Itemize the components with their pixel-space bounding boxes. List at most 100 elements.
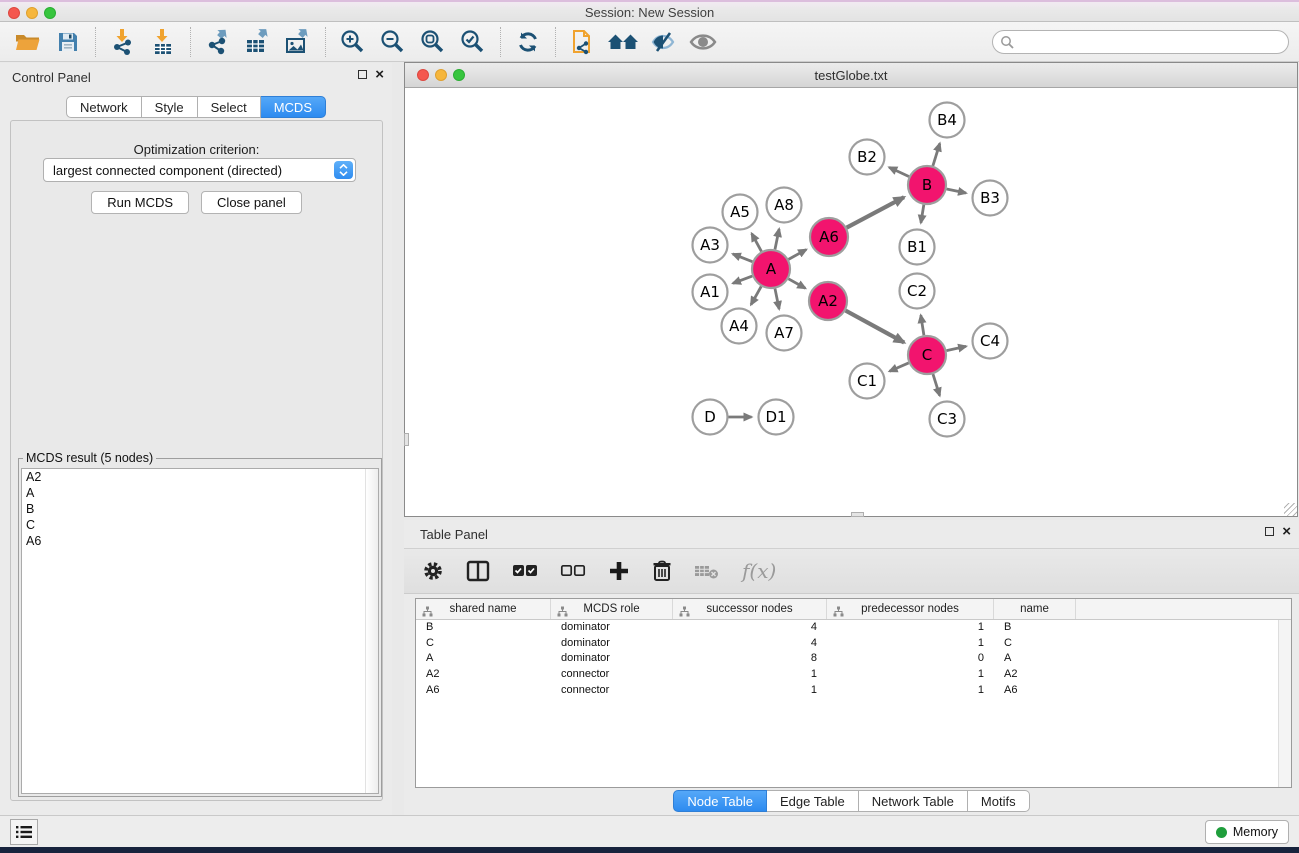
- table-cell[interactable]: A: [994, 651, 1076, 667]
- float-panel-icon[interactable]: [358, 70, 367, 79]
- zoom-out-icon[interactable]: [373, 25, 413, 59]
- home-icon[interactable]: [603, 25, 643, 59]
- show-column-icon[interactable]: [466, 560, 490, 582]
- graph-edge-C-C2[interactable]: [921, 315, 924, 335]
- settings-gear-icon[interactable]: [422, 560, 444, 582]
- table-cell[interactable]: 1: [827, 667, 994, 683]
- graph-edge-A-A8[interactable]: [775, 229, 779, 249]
- table-scrollbar[interactable]: [1278, 620, 1291, 787]
- table-cell[interactable]: 1: [673, 667, 827, 683]
- mcds-result-item[interactable]: A6: [22, 533, 378, 549]
- refresh-icon[interactable]: [508, 25, 548, 59]
- table-row[interactable]: Cdominator41C: [416, 636, 1291, 652]
- table-cell[interactable]: 1: [827, 683, 994, 699]
- table-cell[interactable]: dominator: [551, 620, 673, 636]
- table-cell[interactable]: dominator: [551, 651, 673, 667]
- select-all-checks-icon[interactable]: [512, 564, 538, 578]
- tab-network-table[interactable]: Network Table: [859, 790, 968, 812]
- table-cell[interactable]: 8: [673, 651, 827, 667]
- network-graph[interactable]: B4B2BB3B1A5A8A6A3AA1A4A7A2C2C1CC4C3DD1: [405, 88, 1297, 516]
- tab-select[interactable]: Select: [198, 96, 261, 118]
- graph-edge-B-B1[interactable]: [921, 205, 924, 223]
- table-cell[interactable]: B: [416, 620, 551, 636]
- node-table[interactable]: shared nameMCDS rolesuccessor nodesprede…: [415, 598, 1292, 788]
- column-header-mcds-role[interactable]: MCDS role: [551, 599, 673, 619]
- column-header-name[interactable]: name: [994, 599, 1076, 619]
- graph-edge-A-A3[interactable]: [733, 254, 753, 262]
- run-mcds-button[interactable]: Run MCDS: [91, 191, 189, 214]
- float-table-panel-icon[interactable]: [1265, 527, 1274, 536]
- table-cell[interactable]: A: [416, 651, 551, 667]
- graph-edge-A-A5[interactable]: [752, 234, 762, 252]
- table-row[interactable]: Adominator80A: [416, 651, 1291, 667]
- hide-graphics-details-icon[interactable]: [643, 25, 683, 59]
- left-splitter-handle[interactable]: [404, 433, 409, 446]
- table-row[interactable]: A6connector11A6: [416, 683, 1291, 699]
- close-table-panel-icon[interactable]: ×: [1282, 526, 1291, 537]
- graph-edge-A-A4[interactable]: [751, 286, 761, 304]
- mcds-result-item[interactable]: C: [22, 517, 378, 533]
- network-from-file-icon[interactable]: [563, 25, 603, 59]
- network-window-titlebar[interactable]: testGlobe.txt: [405, 63, 1297, 88]
- export-network-icon[interactable]: [198, 25, 238, 59]
- memory-button[interactable]: Memory: [1205, 820, 1289, 844]
- zoom-in-icon[interactable]: [333, 25, 373, 59]
- criterion-dropdown[interactable]: largest connected component (directed): [43, 158, 356, 182]
- delete-row-icon[interactable]: [652, 560, 672, 582]
- close-panel-icon[interactable]: ×: [375, 69, 384, 80]
- graph-edge-B-B4[interactable]: [933, 143, 940, 165]
- bottom-splitter-handle[interactable]: [851, 512, 864, 517]
- graph-edge-B-B2[interactable]: [889, 167, 909, 176]
- delete-table-icon[interactable]: [694, 562, 720, 580]
- window-resize-grip[interactable]: [1284, 503, 1297, 516]
- table-row[interactable]: Bdominator41B: [416, 620, 1291, 636]
- search-input[interactable]: [1019, 32, 1280, 52]
- task-history-button[interactable]: [10, 819, 38, 845]
- result-scrollbar[interactable]: [365, 469, 378, 793]
- zoom-fit-icon[interactable]: [413, 25, 453, 59]
- table-cell[interactable]: 4: [673, 636, 827, 652]
- network-canvas[interactable]: B4B2BB3B1A5A8A6A3AA1A4A7A2C2C1CC4C3DD1: [405, 88, 1297, 516]
- tab-motifs[interactable]: Motifs: [968, 790, 1030, 812]
- graph-edge-A2-C[interactable]: [846, 311, 905, 343]
- graph-edge-A-A7[interactable]: [775, 289, 779, 309]
- column-header-shared-name[interactable]: shared name: [416, 599, 551, 619]
- table-cell[interactable]: A6: [994, 683, 1076, 699]
- table-cell[interactable]: 1: [827, 620, 994, 636]
- function-builder-icon[interactable]: f(x): [742, 559, 776, 583]
- mcds-result-item[interactable]: B: [22, 501, 378, 517]
- close-panel-button[interactable]: Close panel: [201, 191, 302, 214]
- table-cell[interactable]: connector: [551, 683, 673, 699]
- tab-node-table[interactable]: Node Table: [673, 790, 767, 812]
- table-cell[interactable]: 1: [827, 636, 994, 652]
- save-session-icon[interactable]: [48, 25, 88, 59]
- tab-edge-table[interactable]: Edge Table: [767, 790, 859, 812]
- tab-network[interactable]: Network: [66, 96, 142, 118]
- table-cell[interactable]: A2: [416, 667, 551, 683]
- table-cell[interactable]: A6: [416, 683, 551, 699]
- table-cell[interactable]: connector: [551, 667, 673, 683]
- export-image-icon[interactable]: [278, 25, 318, 59]
- graph-edge-A6-B[interactable]: [847, 197, 904, 227]
- table-cell[interactable]: B: [994, 620, 1076, 636]
- mcds-result-item[interactable]: A2: [22, 469, 378, 485]
- table-cell[interactable]: 0: [827, 651, 994, 667]
- deselect-all-checks-icon[interactable]: [560, 564, 586, 578]
- show-graphics-details-icon[interactable]: [683, 25, 723, 59]
- open-session-icon[interactable]: [8, 25, 48, 59]
- table-cell[interactable]: dominator: [551, 636, 673, 652]
- tab-style[interactable]: Style: [142, 96, 198, 118]
- table-cell[interactable]: A2: [994, 667, 1076, 683]
- table-cell[interactable]: 4: [673, 620, 827, 636]
- search-field[interactable]: [992, 30, 1289, 54]
- graph-edge-A-A1[interactable]: [733, 276, 752, 283]
- import-network-icon[interactable]: [103, 25, 143, 59]
- table-cell[interactable]: C: [994, 636, 1076, 652]
- column-header-successor-nodes[interactable]: successor nodes: [673, 599, 827, 619]
- export-table-icon[interactable]: [238, 25, 278, 59]
- graph-edge-A-A2[interactable]: [788, 279, 805, 288]
- graph-edge-B-B3[interactable]: [947, 189, 966, 193]
- table-row[interactable]: A2connector11A2: [416, 667, 1291, 683]
- tab-mcds[interactable]: MCDS: [261, 96, 326, 118]
- column-header-predecessor-nodes[interactable]: predecessor nodes: [827, 599, 994, 619]
